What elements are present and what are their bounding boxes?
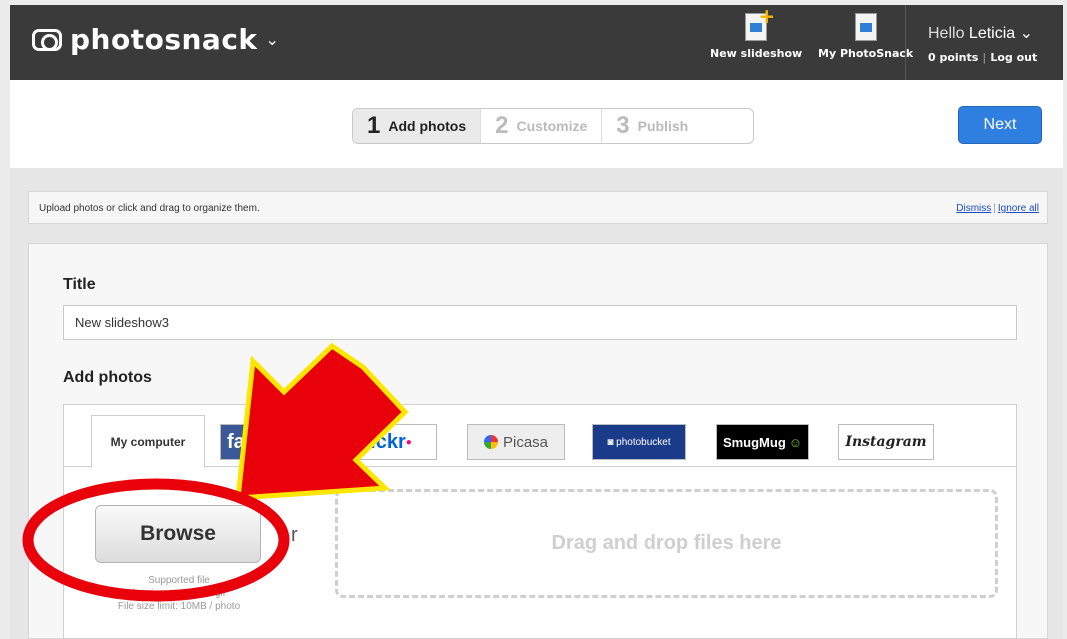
smile-icon: ☺ [788,434,803,450]
user-name: Leticia [968,25,1016,42]
new-slideshow-label: New slideshow [710,47,803,60]
browse-button[interactable]: Browse [95,505,261,563]
logo[interactable]: photosnack ⌄ [32,23,279,56]
picasa-icon [483,435,498,449]
supported-files-note: Supported file jpg, jpeg, png and gif Fi… [117,575,241,612]
step-add-photos[interactable]: 1 Add photos [353,109,481,143]
add-photos-label: Add photos [63,369,152,386]
title-input[interactable] [63,305,1017,340]
camera-icon: ◙ [607,436,617,448]
logout-link[interactable]: Log out [990,51,1037,64]
points-link[interactable]: 0 points [928,51,978,64]
user-sub: 0 points | Log out [928,51,1038,64]
chevron-down-icon: ⌄ [265,31,279,49]
my-photosnack-icon [854,10,883,41]
chevron-down-icon: ⌄ [1019,25,1034,42]
greeting: Hello [928,25,965,42]
user-menu[interactable]: Hello Leticia ⌄ [928,23,1033,43]
camera-icon [32,28,62,51]
drop-zone[interactable]: Drag and drop files here [335,489,998,598]
brand-name: photosnack [70,23,258,56]
notice-bar: Upload photos or click and drag to organ… [28,191,1048,224]
tab-facebook[interactable]: fac [220,424,330,460]
notice-message: Upload photos or click and drag to organ… [39,203,260,214]
wizard-row: 1 Add photos 2 Customize 3 Publish Next [10,80,1063,168]
tab-my-computer[interactable]: My computer [91,415,205,468]
step-publish[interactable]: 3 Publish [602,109,702,143]
ignore-all-link[interactable]: Ignore all [998,203,1039,214]
tab-picasa[interactable]: Picasa [467,424,565,460]
top-bar: photosnack ⌄ + New slideshow My PhotoSna… [10,5,1063,80]
tab-instagram[interactable]: Instagram [838,424,934,460]
tabs-divider [63,466,1017,467]
title-label: Title [63,276,96,293]
tab-photobucket[interactable]: ◙ photobucket [592,424,686,460]
my-photosnack-label: My PhotoSnack [818,47,914,60]
wizard-steps: 1 Add photos 2 Customize 3 Publish [352,108,754,144]
next-button[interactable]: Next [958,106,1042,144]
tab-smugmug[interactable]: SmugMug ☺ [716,424,809,460]
new-slideshow-button[interactable]: + New slideshow [710,6,803,60]
notice-links: Dismiss | Ignore all [956,203,1039,214]
step-customize[interactable]: 2 Customize [481,109,601,143]
my-photosnack-button[interactable]: My PhotoSnack [818,10,914,60]
dismiss-link[interactable]: Dismiss [956,203,991,214]
drop-zone-text: Drag and drop files here [551,532,782,554]
header-divider [905,5,906,80]
tab-flickr[interactable]: ickr ● [345,424,437,460]
or-text: r [291,524,298,546]
new-slideshow-icon: + [745,6,775,41]
